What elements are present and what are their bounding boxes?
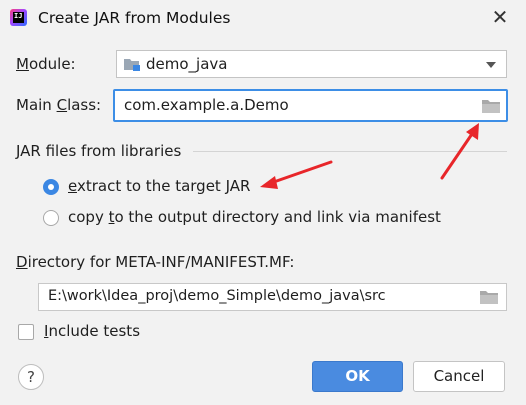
browse-folder-icon[interactable] [479,289,499,305]
include-tests-label[interactable]: Include tests [44,322,140,340]
dialog-title: Create JAR from Modules [38,9,231,27]
module-label: Module: [16,55,76,73]
module-combobox[interactable]: demo_java [116,50,507,78]
chevron-down-icon[interactable] [486,62,496,68]
main-class-value: com.example.a.Demo [124,96,289,114]
close-icon[interactable]: ✕ [490,6,510,28]
manifest-dir-value: E:\work\Idea_proj\demo_Simple\demo_java\… [48,288,386,304]
main-class-input[interactable]: com.example.a.Demo [113,89,508,122]
manifest-dir-label: Directory for META-INF/MANIFEST.MF: [16,253,295,271]
cancel-button[interactable]: Cancel [413,361,505,392]
section-divider [193,151,507,152]
extract-radio[interactable] [43,179,59,195]
module-folder-icon [124,59,140,71]
include-tests-checkbox[interactable] [18,324,34,340]
annotation-arrow-to-extract [260,160,333,189]
extract-option-label[interactable]: extract to the target JAR [68,177,250,195]
main-class-label: Main Class: [16,96,102,114]
copy-option-label[interactable]: copy to the output directory and link vi… [68,208,441,226]
ok-button[interactable]: OK [312,361,403,392]
title-bar: IJ Create JAR from Modules ✕ [0,0,526,36]
module-value: demo_java [146,55,228,73]
manifest-dir-input[interactable]: E:\work\Idea_proj\demo_Simple\demo_java\… [38,283,507,311]
intellij-app-icon: IJ [10,9,27,26]
browse-folder-icon[interactable] [481,98,501,114]
jar-section-title: JAR files from libraries [16,142,182,160]
help-button[interactable]: ? [18,364,44,390]
copy-radio[interactable] [43,210,59,226]
